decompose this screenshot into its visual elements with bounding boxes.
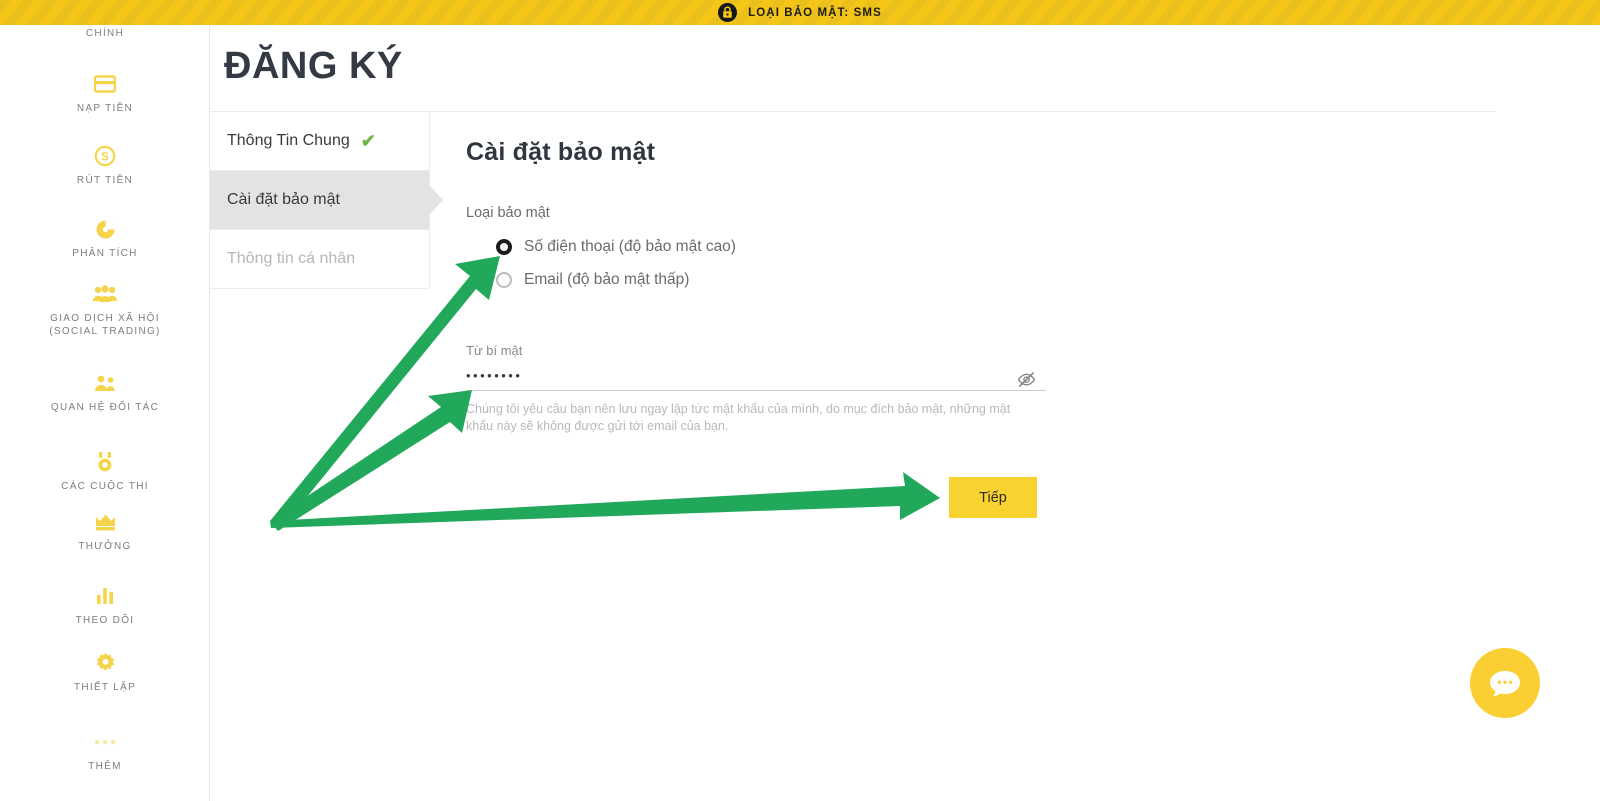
sidebar-item-label: CÁC CUỘC THI xyxy=(61,481,149,492)
rewards-crown-icon xyxy=(94,511,117,533)
sidebar-item-thiet-lap[interactable]: THIẾT LẬP xyxy=(0,652,209,694)
password-block: Từ bí mật •••••••• Chúng tôi yêu cầu bạn… xyxy=(466,343,1046,435)
sidebar-item-label: RÚT TIỀN xyxy=(76,175,134,186)
sidebar-item-label: THƯỞNG xyxy=(78,541,132,552)
eye-off-icon[interactable] xyxy=(1016,370,1036,388)
more-dots-icon xyxy=(93,731,117,753)
check-icon: ✔ xyxy=(360,131,376,151)
sidebar-item-label: CHÍNH xyxy=(85,28,125,39)
registration-steps: Thông Tin Chung ✔ Cài đặt bảo mật Thông … xyxy=(210,112,430,289)
sidebar-item-label: QUAN HỆ ĐỐI TÁC xyxy=(50,402,160,413)
step-label: Thông Tin Chung xyxy=(227,132,350,149)
sidebar-item-social-trading[interactable]: GIAO DỊCH XÃ HỘI (SOCIAL TRADING) xyxy=(0,283,209,338)
password-value: •••••••• xyxy=(466,368,523,383)
sidebar-item-them[interactable]: THÊM xyxy=(0,731,209,773)
sidebar-item-rut-tien[interactable]: S RÚT TIỀN xyxy=(0,145,209,187)
sidebar-item-nap-tien[interactable]: NẠP TIỀN xyxy=(0,73,209,115)
page-title: ĐĂNG KÝ xyxy=(224,45,403,87)
chat-bubble-icon xyxy=(1488,668,1522,699)
arrow-to-password-field xyxy=(270,390,472,531)
deposit-card-icon xyxy=(94,73,116,95)
sidebar-item-cac-cuoc-thi[interactable]: CÁC CUỘC THI xyxy=(0,451,209,493)
social-trading-icon xyxy=(92,283,118,305)
password-input[interactable]: •••••••• xyxy=(466,369,1046,391)
step-label: Thông tin cá nhân xyxy=(227,250,356,267)
step-divider xyxy=(210,288,429,289)
step-label: Cài đặt bảo mật xyxy=(227,191,340,208)
radio-unselected-icon xyxy=(496,271,512,288)
radio-email[interactable]: Email (độ bảo mật thấp) xyxy=(466,263,1046,296)
banner-content: LOẠI BẢO MẬT: SMS xyxy=(718,3,882,22)
monitoring-bars-icon xyxy=(95,585,115,607)
withdraw-coin-icon: S xyxy=(94,145,116,167)
app-root: LOẠI BẢO MẬT: SMS CHÍNH NẠP TIỀN S RÚT T… xyxy=(0,0,1600,801)
svg-text:S: S xyxy=(101,152,109,164)
arrow-to-next-button xyxy=(270,472,940,528)
radio-phone[interactable]: Số điện thoại (độ bảo mật cao) xyxy=(466,230,1046,263)
next-button[interactable]: Tiếp xyxy=(949,477,1037,518)
sidebar-item-label: PHÂN TÍCH xyxy=(72,248,138,259)
sidebar-item-quan-he-doi-tac[interactable]: QUAN HỆ ĐỐI TÁC xyxy=(0,372,209,414)
contests-medal-icon xyxy=(95,451,115,473)
sidebar-item-theo-doi[interactable]: THEO DÕI xyxy=(0,585,209,627)
sidebar-item-label: NẠP TIỀN xyxy=(76,103,134,114)
settings-gear-icon xyxy=(95,652,116,674)
security-type-label: Loại bảo mật xyxy=(466,205,550,221)
lock-icon xyxy=(718,3,738,22)
sidebar-item-label: THEO DÕI xyxy=(75,615,135,626)
partners-icon xyxy=(93,372,118,394)
panel-heading: Cài đặt bảo mật xyxy=(466,138,656,166)
sidebar-item-phan-tich[interactable]: PHÂN TÍCH xyxy=(0,218,209,260)
sidebar-item-label: GIAO DỊCH XÃ HỘI (SOCIAL TRADING) xyxy=(49,313,161,337)
radio-selected-icon xyxy=(496,238,512,255)
step-thong-tin-chung[interactable]: Thông Tin Chung ✔ xyxy=(210,112,429,170)
radio-label: Số điện thoại (độ bảo mật cao) xyxy=(524,237,736,255)
banner-label: LOẠI BẢO MẬT: SMS xyxy=(748,6,882,19)
sidebar-item-chinh[interactable]: CHÍNH xyxy=(0,27,209,40)
radio-label: Email (độ bảo mật thấp) xyxy=(524,270,690,288)
sidebar-item-label: THIẾT LẬP xyxy=(73,682,137,693)
security-type-banner: LOẠI BẢO MẬT: SMS xyxy=(0,0,1600,25)
security-settings-panel: Cài đặt bảo mật Loại bảo mật Số điện tho… xyxy=(466,138,1046,435)
step-cai-dat-bao-mat[interactable]: Cài đặt bảo mật xyxy=(210,171,429,229)
analytics-pie-icon xyxy=(95,218,116,240)
chat-widget-button[interactable] xyxy=(1470,648,1540,718)
sidebar-item-thuong[interactable]: THƯỞNG xyxy=(0,511,209,553)
step-thong-tin-ca-nhan[interactable]: Thông tin cá nhân xyxy=(210,230,429,288)
password-hint: Chúng tôi yêu cầu bạn nên lưu ngay lập t… xyxy=(466,402,1011,433)
main-sidebar: CHÍNH NẠP TIỀN S RÚT TIỀN PHÂN TÍCH GIAO xyxy=(0,25,210,801)
sidebar-item-label: THÊM xyxy=(88,761,122,772)
password-label: Từ bí mật xyxy=(466,343,523,358)
